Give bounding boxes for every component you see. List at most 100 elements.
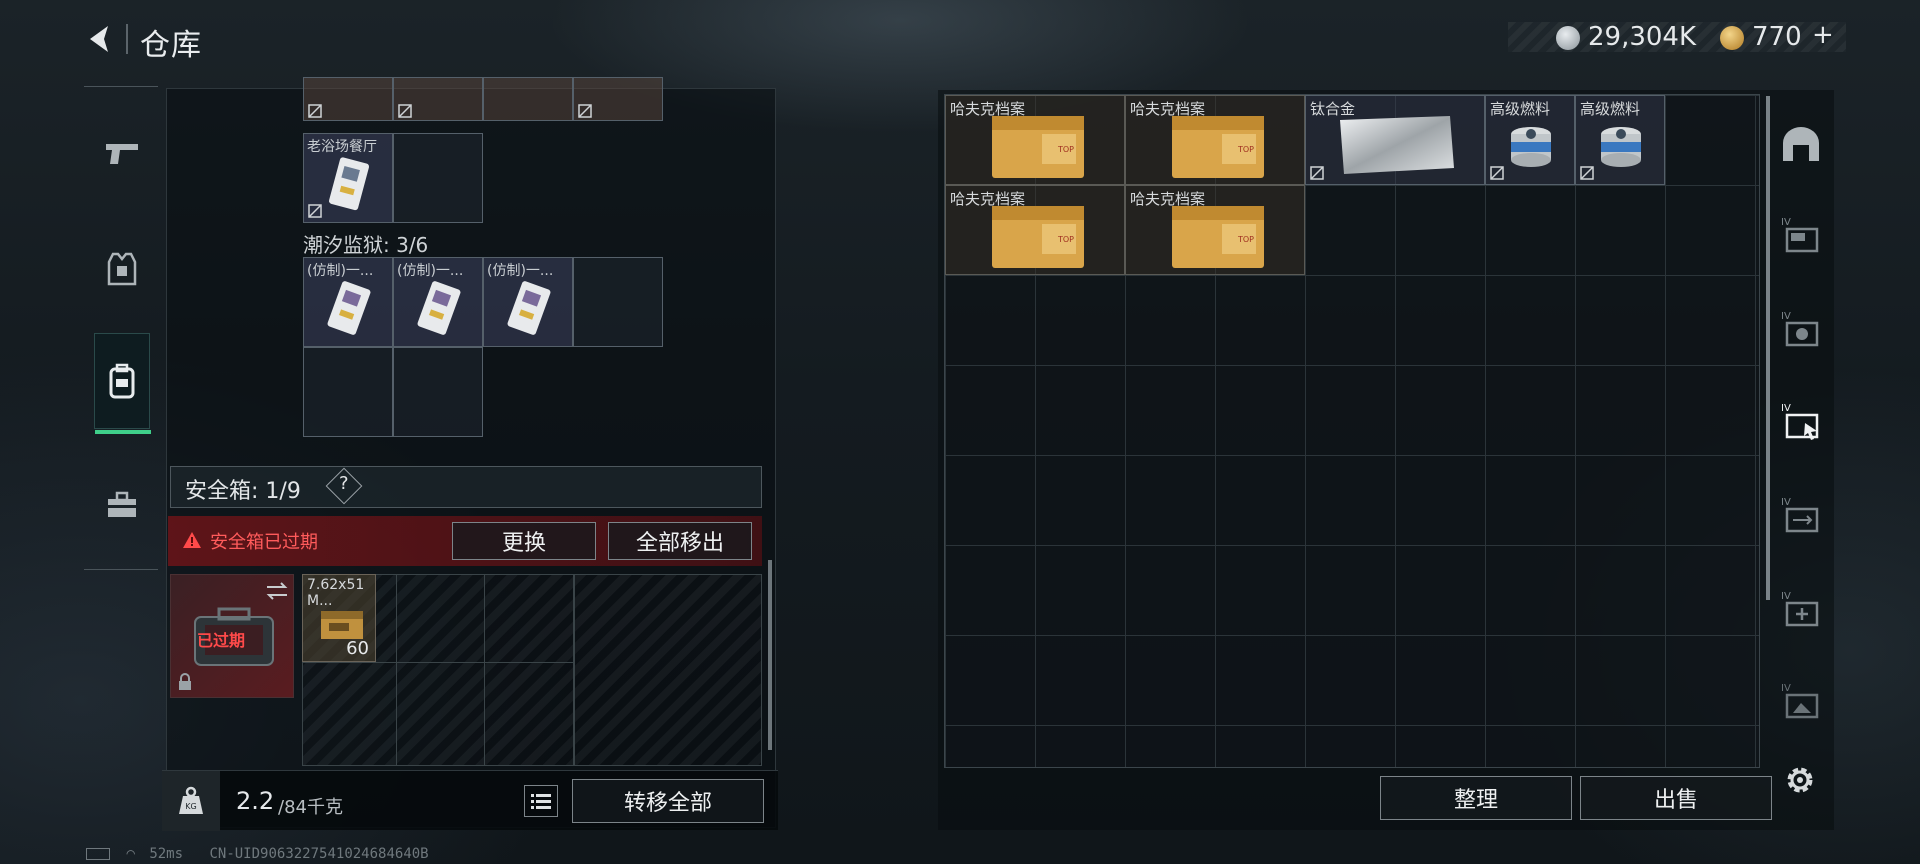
storage-item[interactable]: 钛合金 [1305, 95, 1485, 185]
sidebar-item-backpack[interactable] [94, 333, 151, 434]
uid-text: CN-UID9063227541024684640B [209, 846, 429, 862]
sort-button[interactable]: 整理 [1380, 776, 1572, 820]
add-currency-button[interactable]: + [1812, 20, 1834, 50]
left-scrollbar[interactable] [768, 560, 772, 750]
ammo-box-icon [321, 611, 363, 639]
svg-text:IV: IV [1781, 497, 1791, 508]
keycard-item[interactable]: (仿制)一... [393, 257, 483, 347]
tab-storage-2[interactable]: IV [1776, 304, 1826, 354]
item-label: (仿制)一... [307, 263, 374, 279]
tab-bunker[interactable] [1776, 120, 1826, 170]
storage-select-icon: IV [1781, 403, 1819, 440]
no-insure-icon [578, 104, 592, 118]
list-view-button[interactable] [524, 785, 558, 817]
storage-item[interactable]: 高级燃料 [1485, 95, 1575, 185]
svg-text:TOP: TOP [1057, 235, 1074, 244]
back-button[interactable] [84, 22, 118, 56]
wifi-icon: ◠ [126, 846, 135, 862]
svg-text:IV: IV [1781, 591, 1791, 602]
storage-transfer-icon: IV [1781, 497, 1819, 533]
active-indicator [95, 430, 151, 434]
armor-vest-icon [107, 252, 137, 286]
tab-storage-4[interactable]: IV [1776, 490, 1826, 540]
svg-text:TOP: TOP [1237, 235, 1254, 244]
status-bar: ◠ 52ms CN-UID9063227541024684640B [86, 846, 429, 862]
storage-tabs: IV IV IV IV IV IV [1766, 90, 1834, 740]
page-title: 仓库 [140, 28, 202, 63]
category-sidebar [84, 86, 158, 570]
backpack-icon [109, 363, 135, 399]
ammo-label: 7.62x51 [307, 577, 365, 593]
item-label: (仿制)一... [487, 263, 554, 279]
ammo-item[interactable]: 7.62x51 M... 60 [302, 574, 376, 662]
item-label: (仿制)一... [397, 263, 464, 279]
swap-icon[interactable] [265, 581, 289, 601]
move-all-out-button[interactable]: 全部移出 [608, 522, 752, 560]
help-icon: ? [339, 473, 349, 494]
expired-banner: 安全箱已过期 更换 全部移出 [168, 516, 762, 566]
tab-storage-6[interactable]: IV [1776, 676, 1826, 726]
settings-button[interactable] [1780, 760, 1820, 800]
empty-slot[interactable] [573, 257, 663, 347]
gear-icon [1787, 767, 1813, 793]
storage-item[interactable]: 哈夫克档案 TOP [945, 95, 1125, 185]
sidebar-item-weapons[interactable] [94, 117, 150, 189]
keycard-item[interactable]: (仿制)一... [303, 257, 393, 347]
storage-item[interactable]: 哈夫克档案 TOP [1125, 185, 1305, 275]
bunker-icon [1783, 127, 1819, 161]
file-folder-icon: TOP [992, 116, 1084, 178]
keycard-item[interactable]: 老浴场餐厅 [303, 133, 393, 223]
locked-grid-area [574, 574, 762, 766]
grid-line [484, 574, 485, 766]
expired-stamp: 已过期 [197, 631, 246, 650]
weight-badge: KG [162, 771, 220, 831]
no-insure-icon [1310, 166, 1324, 180]
titanium-plate-icon [1340, 116, 1454, 174]
tab-storage-5[interactable]: IV [1776, 584, 1826, 634]
tab-storage-3[interactable]: IV [1776, 396, 1826, 446]
empty-slot[interactable] [303, 347, 393, 437]
toolbox-icon [108, 491, 136, 517]
backpack-slot[interactable] [573, 77, 663, 121]
item-label: 高级燃料 [1580, 100, 1641, 118]
camera-storage-icon: IV [1781, 311, 1819, 347]
backpack-slot[interactable] [483, 77, 573, 121]
keycard-item[interactable]: (仿制)一... [483, 257, 573, 347]
svg-text:IV: IV [1781, 311, 1791, 322]
ping-value: 52ms [149, 846, 184, 862]
sidebar-item-armor[interactable] [94, 233, 150, 305]
folder-storage-icon: IV [1781, 217, 1819, 253]
backpack-footer: KG 2.2 /84千克 转移全部 [162, 770, 778, 831]
keycard-icon [327, 281, 371, 335]
svg-text:TOP: TOP [1057, 145, 1074, 154]
empty-slot[interactable] [393, 133, 483, 223]
sidebar-item-toolbox[interactable] [94, 469, 150, 541]
replace-button[interactable]: 更换 [452, 522, 596, 560]
storage-item[interactable]: 哈夫克档案 TOP [1125, 95, 1305, 185]
safebox-slot[interactable]: 已过期 [170, 574, 294, 698]
svg-text:IV: IV [1781, 217, 1791, 228]
currency-primary: 29,304K [1588, 22, 1697, 52]
file-folder-icon: TOP [1172, 206, 1264, 268]
tab-storage-1[interactable]: IV [1776, 210, 1826, 260]
no-insure-icon [398, 104, 412, 118]
grid-line [396, 574, 397, 766]
storage-item[interactable]: 哈夫克档案 TOP [945, 185, 1125, 275]
no-insure-icon [1490, 166, 1504, 180]
storage-item[interactable]: 高级燃料 [1575, 95, 1665, 185]
backpack-slot[interactable] [393, 77, 483, 121]
grid-line [302, 662, 574, 663]
header-divider [126, 24, 128, 54]
silver-coin-icon [1556, 26, 1580, 50]
transfer-all-button[interactable]: 转移全部 [572, 779, 764, 823]
svg-text:IV: IV [1781, 403, 1791, 414]
currency-secondary: 770 [1752, 22, 1802, 52]
weight-capacity: /84千克 [278, 797, 343, 818]
sell-button[interactable]: 出售 [1580, 776, 1772, 820]
section-label: 潮汐监狱: 3/6 [303, 233, 429, 257]
back-arrow-icon [90, 26, 108, 52]
empty-slot[interactable] [393, 347, 483, 437]
svg-text:KG: KG [185, 802, 196, 811]
svg-text:TOP: TOP [1237, 145, 1254, 154]
backpack-slot[interactable] [303, 77, 393, 121]
